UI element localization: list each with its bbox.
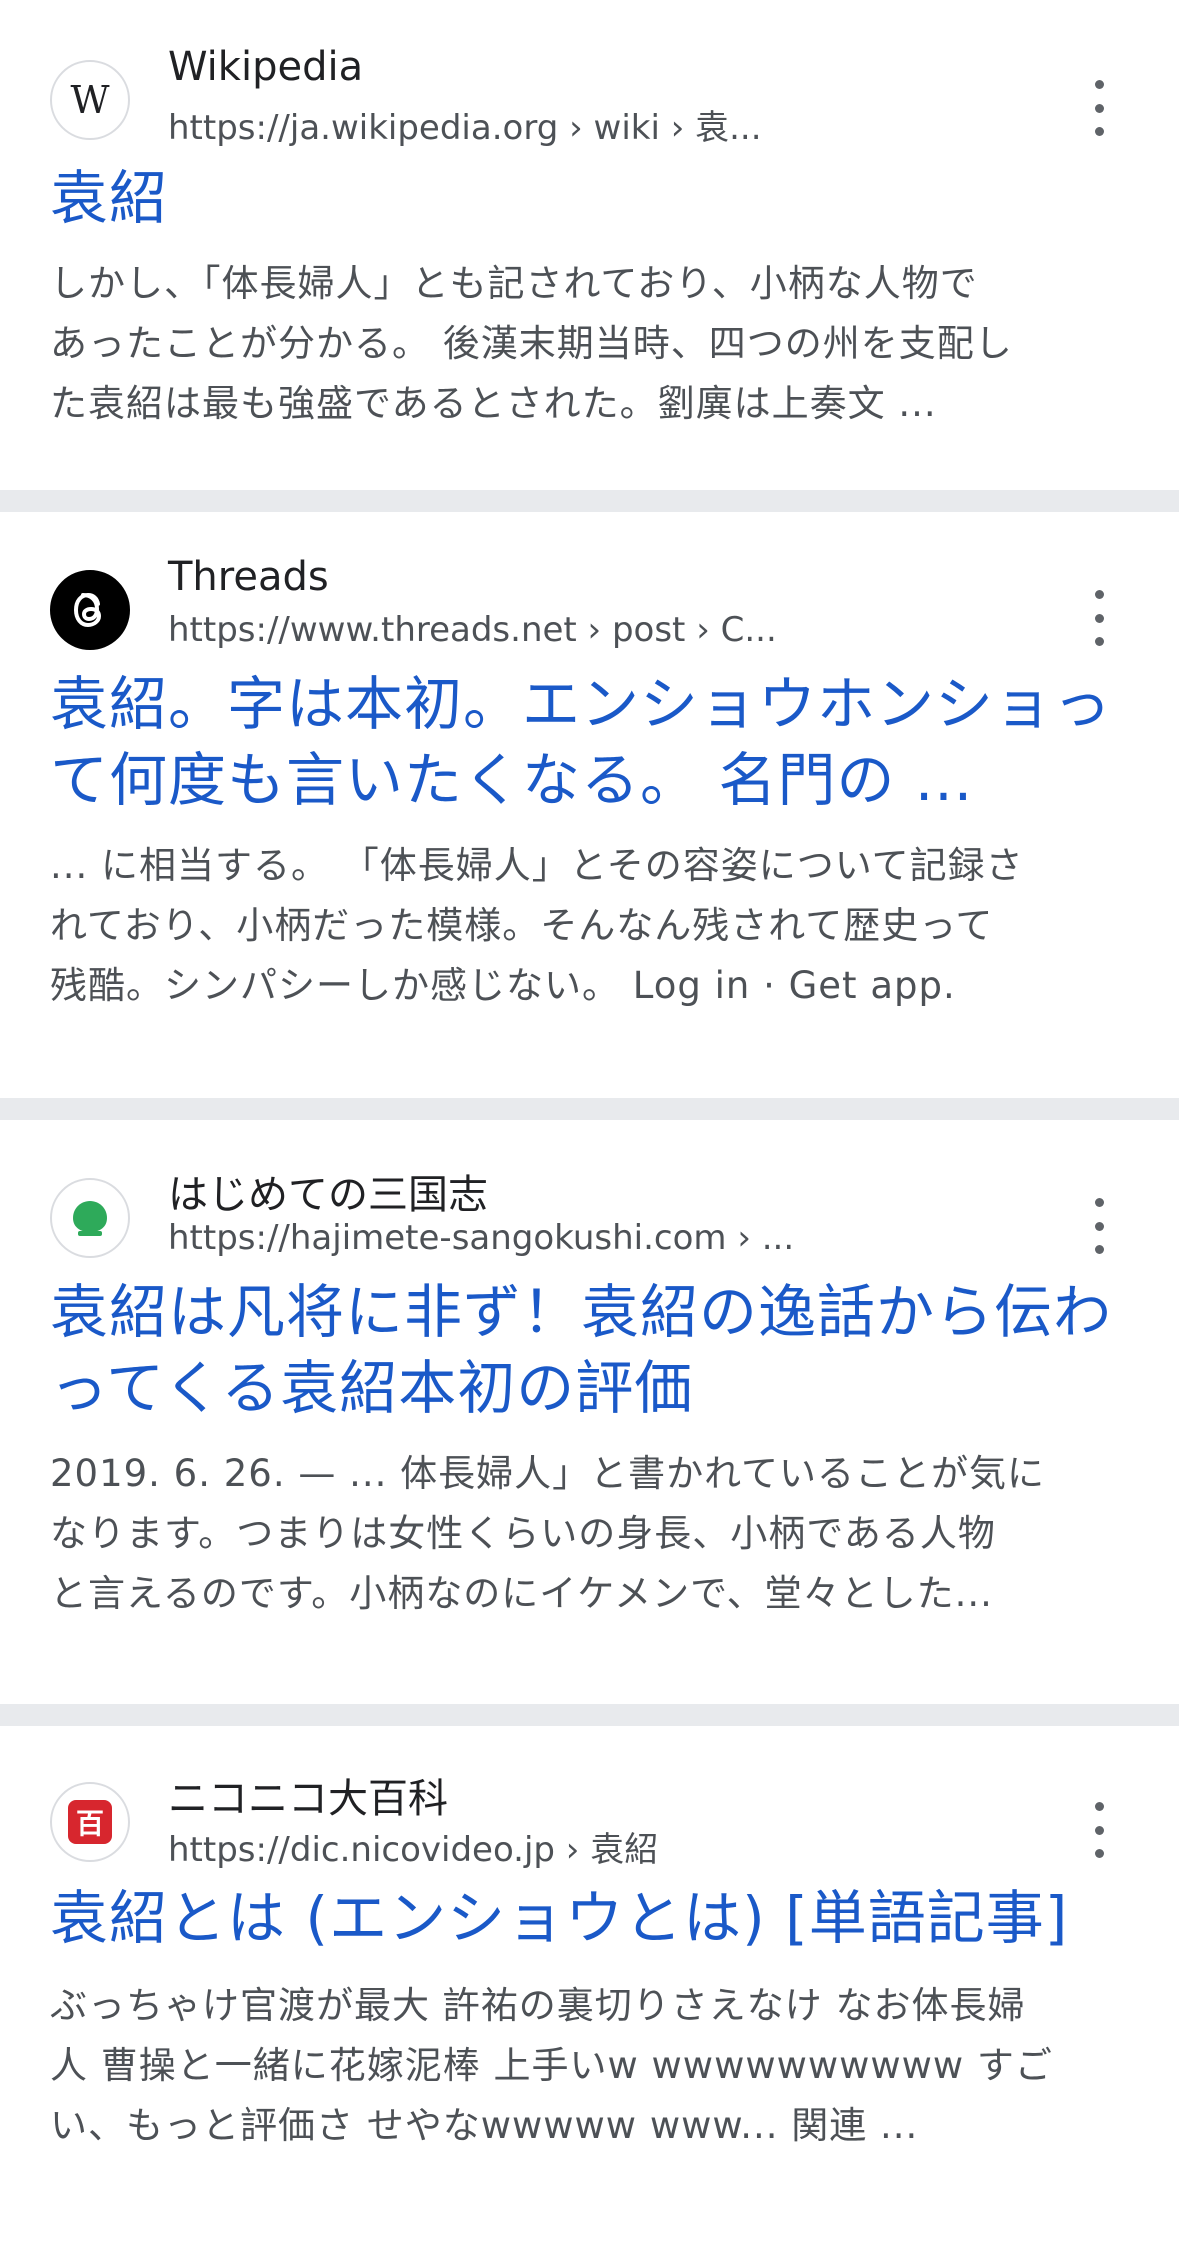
result-header[interactable]: W Wikipedia https://ja.wikipedia.org › w…: [50, 42, 1129, 152]
site-name: Wikipedia: [168, 44, 364, 90]
site-url: https://www.threads.net › post › C...: [168, 610, 777, 650]
snippet-line: 残酷。シンパシーしか感じない。 Log in · Get app.: [50, 964, 956, 1007]
url-breadcrumb: › 袁紹: [555, 1830, 659, 1870]
title-line[interactable]: ってくる袁紹本初の評価: [50, 1350, 1129, 1426]
snippet-line: た袁紹は最も強盛であるとされた。劉廙は上奏文 ...: [50, 382, 937, 425]
url-breadcrumb: › ...: [726, 1218, 795, 1258]
site-name: はじめての三国志: [168, 1172, 488, 1218]
result-snippet: ぶっちゃけ官渡が最大 許祐の裏切りさえなけ なお体長婦 人 曹操と一緒に花嫁泥棒…: [50, 1976, 1129, 2156]
url-base: https://ja.wikipedia.org: [168, 108, 559, 148]
snippet-line: ぶっちゃけ官渡が最大 許祐の裏切りさえなけ なお体長婦: [50, 1984, 1026, 2027]
snippet-line: れており、小柄だった模様。そんなん残されて歴史って: [50, 904, 994, 947]
result-title-link[interactable]: 袁紹とは (エンショウとは) [単語記事]: [50, 1880, 1129, 1956]
snippet-line: なります。つまりは女性くらいの身長、小柄である人物: [50, 1512, 996, 1555]
result-card-nicovideo: 百 ニコニコ大百科 https://dic.nicovideo.jp › 袁紹 …: [0, 1726, 1179, 2226]
more-options-icon[interactable]: [1079, 1802, 1119, 1858]
url-base: https://dic.nicovideo.jp: [168, 1830, 555, 1870]
peach-icon: [50, 1178, 130, 1258]
result-separator: [0, 490, 1179, 512]
result-title-link[interactable]: 袁紹: [50, 160, 1129, 236]
threads-icon: [50, 570, 130, 650]
wikipedia-icon: W: [50, 60, 130, 140]
site-url: https://dic.nicovideo.jp › 袁紹: [168, 1822, 658, 1871]
snippet-line: い、もっと評価さ せやなwwwww www... 関連 ...: [50, 2104, 919, 2147]
title-line[interactable]: て何度も言いたくなる。 名門の ...: [50, 742, 1129, 818]
result-card-wikipedia: W Wikipedia https://ja.wikipedia.org › w…: [0, 0, 1179, 490]
url-base: https://www.threads.net: [168, 610, 577, 650]
url-breadcrumb: › wiki › 袁...: [558, 108, 762, 148]
result-separator: [0, 1704, 1179, 1726]
snippet-line: と言えるのです。小柄なのにイケメンで、堂々とした...: [50, 1572, 993, 1615]
result-card-sangokushi: はじめての三国志 https://hajimete-sangokushi.com…: [0, 1120, 1179, 1704]
search-results: W Wikipedia https://ja.wikipedia.org › w…: [0, 0, 1179, 2226]
snippet-line: 人 曹操と一緒に花嫁泥棒 上手いw wwwwwwwwww すご: [50, 2044, 1053, 2087]
result-header[interactable]: Threads https://www.threads.net › post ›…: [50, 552, 1129, 662]
url-breadcrumb: › post › C...: [576, 610, 777, 650]
snippet-line: 2019. 6. 26. — ... 体長婦人」と書かれていることが気に: [50, 1452, 1046, 1495]
url-base: https://hajimete-sangokushi.com: [168, 1218, 727, 1258]
site-url: https://ja.wikipedia.org › wiki › 袁...: [168, 100, 762, 149]
result-snippet: しかし、「体長婦人」とも記されており、小柄な人物で あったことが分かる。 後漢末…: [50, 254, 1129, 434]
title-line[interactable]: 袁紹は凡将に非ず！袁紹の逸話から伝わ: [50, 1274, 1129, 1350]
result-header[interactable]: はじめての三国志 https://hajimete-sangokushi.com…: [50, 1160, 1129, 1270]
snippet-line: しかし、「体長婦人」とも記されており、小柄な人物で: [50, 262, 978, 305]
site-url: https://hajimete-sangokushi.com › ...: [168, 1218, 794, 1258]
site-name: ニコニコ大百科: [168, 1776, 448, 1822]
result-card-threads: Threads https://www.threads.net › post ›…: [0, 512, 1179, 1098]
snippet-line: ... に相当する。 「体長婦人」とその容姿について記録さ: [50, 844, 1024, 887]
result-title-link[interactable]: 袁紹。字は本初。エンショウホンショっ て何度も言いたくなる。 名門の ...: [50, 666, 1129, 818]
result-header[interactable]: 百 ニコニコ大百科 https://dic.nicovideo.jp › 袁紹: [50, 1764, 1129, 1874]
snippet-line: あったことが分かる。 後漢末期当時、四つの州を支配し: [50, 322, 1013, 365]
result-title-link[interactable]: 袁紹は凡将に非ず！袁紹の逸話から伝わ ってくる袁紹本初の評価: [50, 1274, 1129, 1426]
result-snippet: 2019. 6. 26. — ... 体長婦人」と書かれていることが気に なりま…: [50, 1444, 1129, 1624]
site-name: Threads: [168, 554, 329, 600]
more-options-icon[interactable]: [1079, 590, 1119, 646]
result-snippet: ... に相当する。 「体長婦人」とその容姿について記録さ れており、小柄だった…: [50, 836, 1129, 1016]
more-options-icon[interactable]: [1079, 1198, 1119, 1254]
nicovideo-icon: 百: [50, 1782, 130, 1862]
title-line[interactable]: 袁紹。字は本初。エンショウホンショっ: [50, 666, 1129, 742]
more-options-icon[interactable]: [1079, 80, 1119, 136]
result-separator: [0, 1098, 1179, 1120]
